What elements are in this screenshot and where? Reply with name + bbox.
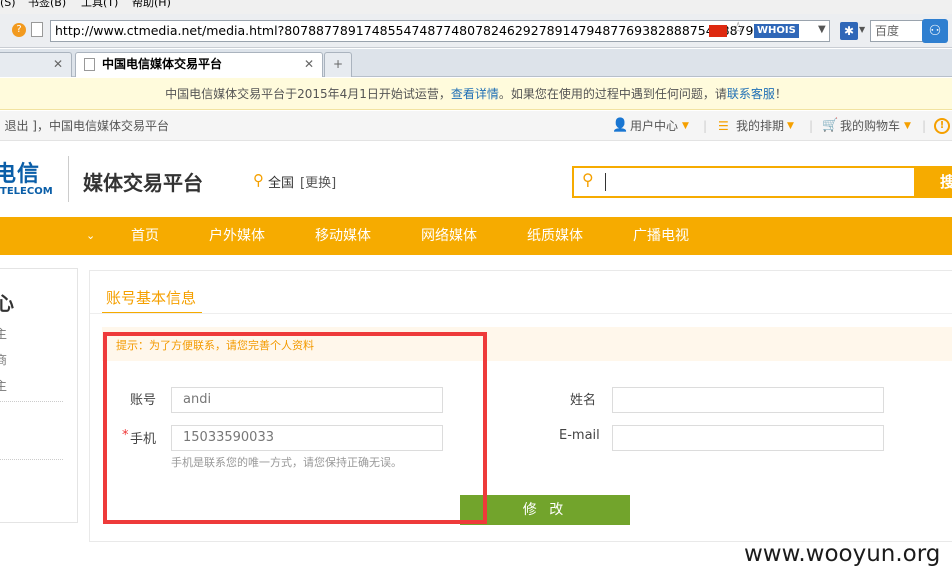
notice-bar: 中国电信媒体交易平台于2015年4月1日开始试运营，查看详情。如果您在使用的过程… [0,78,952,110]
divider [68,156,69,202]
my-schedule-link[interactable]: 我的排期 [736,111,784,141]
watermark: www.wooyun.org [744,541,941,567]
chevron-down-icon: ▼ [682,121,689,131]
location-label: 全国 [268,176,295,191]
email-field[interactable] [612,425,884,451]
user-icon: 👤 [612,118,629,133]
star-icon[interactable]: ☆ [731,18,745,37]
email-label: E-mail [559,428,600,443]
extension-icon[interactable]: ⚇ [922,19,948,43]
submit-label: 修 改 [522,502,568,518]
browser-menubar: (S) 书签(B) 工具(T) 帮助(H) [0,0,952,14]
tab-active[interactable]: 中国电信媒体交易平台 ✕ [75,52,323,77]
tab-title: 中国电信媒体交易平台 [102,57,223,71]
menu-item-tools[interactable]: 工具(T) [81,0,118,8]
main-nav: ⌄ 首页 户外媒体 移动媒体 网络媒体 纸质媒体 广播电视 [0,217,952,255]
page-icon [84,58,95,71]
search-input[interactable]: ⚲ [572,166,916,198]
site-top-nav: [ 退出 ]，中国电信媒体交易平台 👤 用户中心 ▼ | ☰ 我的排期 ▼ | … [0,111,952,141]
browser-address-bar: ? http://www.ctmedia.net/media.html?8078… [0,14,952,48]
chevron-down-icon: ▼ [904,121,911,131]
divider: | [922,119,927,133]
search-engine-field[interactable]: 百度 [870,20,926,42]
section-title: 账号基本信息 [106,289,197,307]
name-label: 姓名 [570,393,597,408]
divider [0,401,63,402]
nav-print[interactable]: 纸质媒体 [527,217,583,255]
list-icon: ☰ [718,119,729,133]
menu-item[interactable]: (S) [0,0,16,8]
search-engine-label: 百度 [875,24,900,38]
search-icon: ⚲ [582,170,594,189]
browser-tab-strip: ✕ 中国电信媒体交易平台 ✕ + [0,49,952,77]
nav-home[interactable]: 首页 [131,217,159,255]
flag-icon [709,25,727,37]
plus-icon: + [332,57,344,71]
logo-text: 电信 [0,162,41,187]
tab-inactive[interactable]: ✕ [0,52,72,77]
user-center-link[interactable]: 用户中心 [630,111,678,141]
notice-text: 。如果您在使用的过程中遇到任何问题，请 [498,87,727,101]
search-button[interactable]: 搜 [916,166,952,198]
nav-network[interactable]: 网络媒体 [421,217,477,255]
notice-text: 中国电信媒体交易平台于2015年4月1日开始试运营， [165,87,451,101]
page-icon [31,22,43,37]
sidebar: 心 主 商 主 [0,268,78,523]
notice-details-link[interactable]: 查看详情 [451,87,499,101]
close-icon[interactable]: ✕ [304,53,314,76]
info-icon[interactable]: ! [934,118,950,134]
divider [0,459,63,460]
logout-welcome-text[interactable]: [ 退出 ]，中国电信媒体交易平台 [0,111,169,141]
notice-text: ！ [774,87,787,101]
sidebar-item[interactable]: 主 [0,325,7,342]
platform-title: 媒体交易平台 [83,171,203,195]
chevron-down-icon[interactable]: ▼ [859,25,865,34]
site-header: 电信 TELECOM 媒体交易平台 ⚲ 全国 [更换] ⚲ 搜 [0,142,952,216]
divider: | [809,119,814,133]
menu-item-help[interactable]: 帮助(H) [132,0,171,8]
menu-item-bookmarks[interactable]: 书签(B) [28,0,66,8]
sidebar-title: 心 [0,293,15,315]
divider [90,313,952,314]
chevron-down-icon: ▼ [787,121,794,131]
logo-en: TELECOM [0,186,53,197]
whois-badge[interactable]: WHOIS [754,24,799,38]
paw-icon[interactable]: ✱ [840,22,858,40]
location-pin-icon: ⚲ [253,171,264,189]
sidebar-item[interactable]: 商 [0,351,7,368]
my-cart-link[interactable]: 我的购物车 [840,111,900,141]
search-button-label: 搜 [940,173,952,191]
change-location-link[interactable]: [更换] [300,172,336,191]
sidebar-item[interactable]: 主 [0,377,7,394]
divider: | [703,119,708,133]
nav-broadcast[interactable]: 广播电视 [633,217,689,255]
contact-service-link[interactable]: 联系客服 [727,87,775,101]
nav-outdoor[interactable]: 户外媒体 [209,217,265,255]
help-icon[interactable]: ? [12,23,26,37]
url-text: http://www.ctmedia.net/media.html?807887… [55,23,778,38]
name-field[interactable] [612,387,884,413]
chevron-down-icon[interactable]: ▼ [818,24,826,35]
highlight-box [103,332,487,524]
text-cursor [605,173,606,191]
cart-icon: 🛒 [822,118,839,133]
new-tab-button[interactable]: + [324,52,352,77]
chevron-down-icon[interactable]: ⌄ [86,217,95,255]
nav-mobile[interactable]: 移动媒体 [315,217,371,255]
close-icon[interactable]: ✕ [53,53,63,76]
